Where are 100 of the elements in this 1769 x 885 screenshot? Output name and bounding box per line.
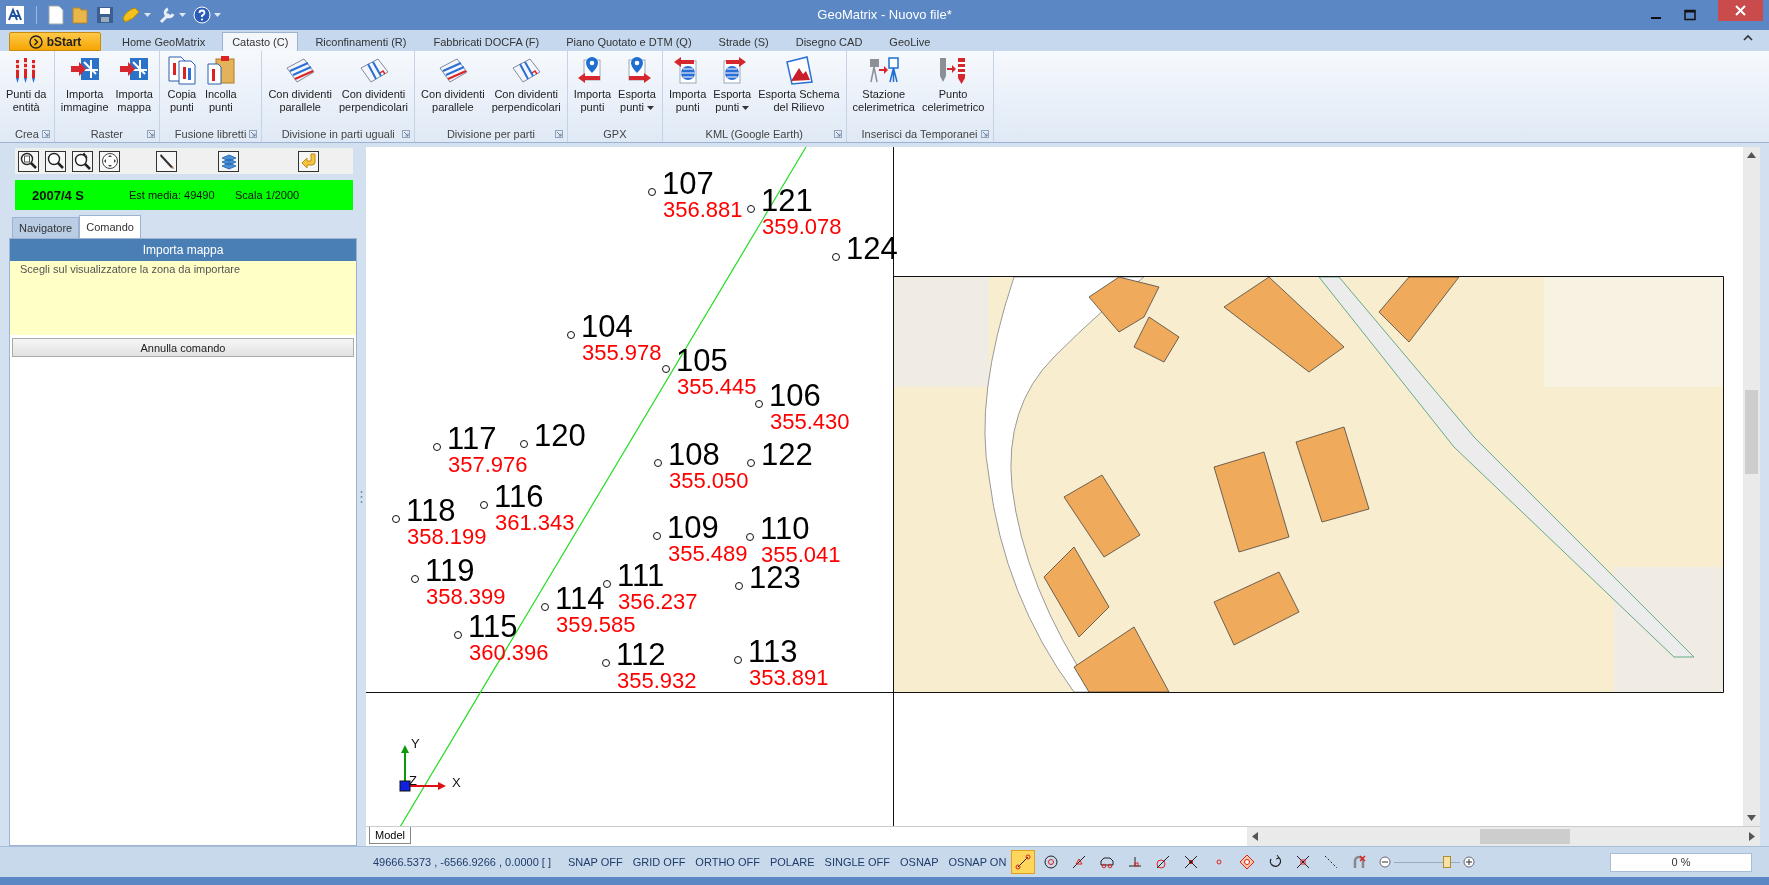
pan-button[interactable] [99,150,120,172]
point-marker [746,533,754,541]
ribbon-tab[interactable]: Fabbricati DOCFA (F) [423,32,550,51]
splitter-grip-icon[interactable] [360,489,363,504]
layers-button[interactable] [218,150,239,172]
close-button[interactable] [1718,0,1763,21]
zoom-previous-button[interactable] [72,150,93,172]
launcher-icon[interactable] [833,130,842,138]
down-arrow-icon[interactable] [1747,815,1756,821]
panel-tab[interactable]: Navigatore [12,217,80,238]
launcher-icon[interactable] [41,130,50,138]
launcher-icon[interactable] [146,130,155,138]
caret-icon[interactable] [179,13,186,17]
ribbon-button[interactable]: Con dividenti parallele [265,51,335,125]
zoom-in-icon[interactable] [1463,856,1476,868]
launcher-icon[interactable] [402,130,411,138]
group-label: Inserisci da Temporanei [861,127,978,140]
brush-icon[interactable] [121,6,141,24]
sheet-label: 2007/4 S [32,187,86,203]
pencil-button[interactable] [156,150,177,172]
scroll-thumb[interactable] [1480,829,1570,844]
ribbon-tab[interactable]: Riconfinamenti (R) [305,32,417,51]
launcher-icon[interactable] [249,130,258,138]
panel-tab[interactable]: Comando [79,215,141,238]
magnet-icon [1351,854,1368,870]
ribbon-button[interactable]: Punto celerimetrico [918,51,988,125]
snap-toggle[interactable]: SINGLE OFF [819,856,895,868]
ribbon-button[interactable]: Esporta punti [710,51,755,125]
ribbon-button[interactable]: Stazione celerimetrica [849,51,918,125]
cross-icon [1183,854,1200,870]
folder-icon[interactable] [71,5,89,25]
point-marker [734,656,742,664]
ribbon-button[interactable]: Esporta punti [615,51,659,125]
launcher-icon[interactable] [554,130,563,138]
snap-toggle[interactable]: ORTHO OFF [690,856,765,868]
right-arrow-icon[interactable] [1749,832,1755,841]
point-marker [433,443,441,451]
axis-label: Z [409,773,417,788]
zoom-button[interactable] [45,150,66,172]
wrench-icon[interactable] [158,6,176,24]
ribbon-button[interactable]: Con dividenti perpendicolari [335,51,412,125]
ribbon-tab[interactable]: GeoLive [879,32,941,51]
ribbon-tab[interactable]: Home GeoMatrix [112,32,216,51]
point-marker [520,440,528,448]
ribbon-button[interactable]: Con dividenti perpendicolari [488,51,564,125]
ribbon-button[interactable]: Importa punti [666,51,710,125]
documents-icon [165,54,198,86]
return-arrow-icon [299,152,318,170]
snap-toggle[interactable]: GRID OFF [627,856,691,868]
caret-icon[interactable] [214,13,221,17]
circle-line-icon [1155,854,1172,870]
group-label: Raster [90,127,124,140]
point-marker [567,331,575,339]
collapse-icon[interactable] [1743,34,1753,41]
ribbon-button[interactable]: Esporta Schema del Rilievo [755,51,843,125]
ribbon-tab[interactable]: Strade (S) [708,32,779,51]
magnifier-icon [19,152,38,170]
layout-tab[interactable]: Model [369,827,411,844]
ribbon-tab[interactable]: Piano Quotato e DTM (Q) [556,32,702,51]
undo-button[interactable] [298,150,319,172]
close-icon [1735,5,1746,16]
point-number: 122 [761,437,813,472]
zoom-out-icon[interactable] [1379,856,1392,868]
zoom-window-button[interactable] [18,150,39,172]
maximize-icon[interactable] [1684,9,1696,21]
caret-icon[interactable] [144,13,151,17]
help-icon[interactable] [193,6,211,24]
app-icon[interactable] [5,5,25,25]
snap-toggle[interactable]: POLARE [764,856,820,868]
ribbon-button[interactable]: Importa punti [570,51,615,125]
snap-toggle[interactable]: SNAP OFF [563,856,628,868]
slider-thumb[interactable] [1443,856,1452,868]
ribbon-button[interactable]: Importa mappa [112,51,156,125]
snap-toggle[interactable]: OSNAP ON [943,856,1012,868]
point-marker [602,659,610,667]
pencil-icon [157,152,176,170]
point-marker [653,532,661,540]
launcher-icon[interactable] [980,130,989,138]
mean-east-label: Est media: 49490 [129,189,216,201]
point-marker [735,582,743,590]
vertical-scrollbar[interactable] [1743,147,1760,826]
point-marker [662,365,670,373]
up-arrow-icon[interactable] [1747,152,1756,158]
ribbon-button[interactable]: Incolla punti [201,51,240,125]
group-label: KML (Google Earth) [705,127,803,140]
ribbon-button[interactable]: Importa immagine [57,51,112,125]
ribbon-tab[interactable]: Catasto (C) [222,32,299,51]
save-icon[interactable] [96,6,114,24]
horizontal-scrollbar[interactable] [1247,827,1760,846]
cancel-command-button[interactable]: Annulla comando [12,338,354,357]
ribbon-button[interactable]: Punti da entità [3,51,50,125]
start-button[interactable]: bStart [9,32,101,51]
ribbon-button[interactable]: Con dividenti parallele [418,51,488,125]
new-document-icon[interactable] [48,5,64,25]
left-arrow-icon[interactable] [1252,832,1258,841]
point-marker [603,580,611,588]
snap-toggle[interactable]: OSNAP [895,856,944,868]
ribbon-button[interactable]: Copia punti [162,51,201,125]
ribbon-tab[interactable]: Disegno CAD [785,32,873,51]
scroll-thumb[interactable] [1745,390,1758,474]
